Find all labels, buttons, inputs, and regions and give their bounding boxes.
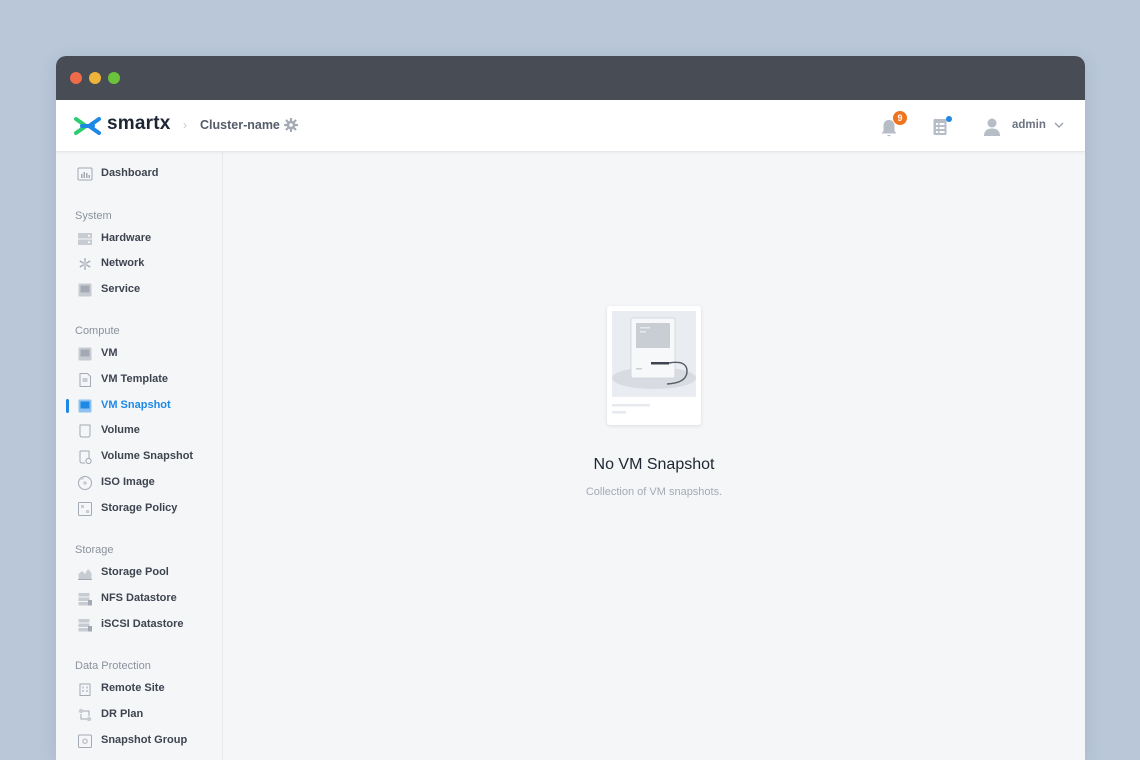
maximize-window-button[interactable] <box>108 72 120 84</box>
app-window: smartx › Cluster-name 9 admin Dashboard … <box>56 56 1085 760</box>
cluster-name[interactable]: Cluster-name <box>200 118 280 132</box>
sidebar-item-label: Remote Site <box>101 682 165 694</box>
sidebar-item-label: Network <box>101 257 145 269</box>
remote-site-icon <box>79 683 91 696</box>
section-title-data-protection: Data Protection <box>75 660 151 672</box>
vm-template-icon <box>79 373 91 387</box>
sidebar-item-dr-plan[interactable]: DR Plan <box>56 704 222 726</box>
user-avatar-icon[interactable] <box>983 117 1001 137</box>
network-icon <box>79 258 91 270</box>
sidebar-item-vm-snapshot[interactable]: VM Snapshot <box>56 395 222 417</box>
section-title-compute: Compute <box>75 325 120 337</box>
sidebar-item-hardware[interactable]: Hardware <box>56 228 222 250</box>
section-title-system: System <box>75 210 112 222</box>
sidebar-item-service[interactable]: Service <box>56 279 222 301</box>
user-menu[interactable]: admin <box>1012 119 1046 131</box>
sidebar-item-label: VM <box>101 347 118 359</box>
top-navigation-bar: smartx › Cluster-name 9 admin <box>56 100 1085 152</box>
storage-policy-icon <box>78 502 92 516</box>
sidebar-item-label: VM Snapshot <box>101 399 171 411</box>
minimize-window-button[interactable] <box>89 72 101 84</box>
sidebar-item-label: Snapshot Group <box>101 734 188 746</box>
dashboard-icon <box>77 167 93 181</box>
sidebar-navigation: Dashboard System Hardware Network Servic… <box>56 151 223 760</box>
section-title-storage: Storage <box>75 544 114 556</box>
snapshot-group-icon <box>78 734 92 748</box>
iscsi-datastore-icon <box>78 619 92 632</box>
sidebar-item-label: Hardware <box>101 232 152 244</box>
sidebar-item-storage-policy[interactable]: Storage Policy <box>56 498 222 520</box>
sidebar-item-label: DR Plan <box>101 708 144 720</box>
volume-snapshot-icon <box>79 450 92 465</box>
volume-icon <box>79 424 91 438</box>
brand-name[interactable]: smartx <box>107 113 171 135</box>
sidebar-item-remote-site[interactable]: Remote Site <box>56 678 222 700</box>
sidebar-item-network[interactable]: Network <box>56 253 222 275</box>
iso-disc-icon <box>78 476 92 490</box>
gear-icon[interactable] <box>284 118 298 132</box>
sidebar-item-label: Volume Snapshot <box>101 450 194 462</box>
window-titlebar <box>56 56 1085 100</box>
sidebar-item-label: Service <box>101 283 141 295</box>
retro-computer-icon <box>612 311 696 414</box>
task-indicator-dot <box>946 116 952 122</box>
hardware-icon <box>78 233 92 245</box>
empty-state-title: No VM Snapshot <box>593 456 715 473</box>
chevron-down-icon[interactable] <box>1054 121 1064 129</box>
sidebar-item-dashboard[interactable]: Dashboard <box>56 163 222 185</box>
vm-snapshot-icon <box>78 399 92 413</box>
sidebar-item-storage-pool[interactable]: Storage Pool <box>56 562 222 584</box>
sidebar-item-label: iSCSI Datastore <box>101 618 184 630</box>
sidebar-item-iso-image[interactable]: ISO Image <box>56 472 222 494</box>
smartx-logo-icon <box>74 117 101 135</box>
main-content: No VM Snapshot Collection of VM snapshot… <box>223 151 1085 760</box>
sidebar-item-vm-template[interactable]: VM Template <box>56 369 222 391</box>
close-window-button[interactable] <box>70 72 82 84</box>
sidebar-item-label: Volume <box>101 424 140 436</box>
sidebar-item-nfs-datastore[interactable]: NFS Datastore <box>56 588 222 610</box>
notification-badge: 9 <box>893 111 907 125</box>
sidebar-item-snapshot-group[interactable]: Snapshot Group <box>56 730 222 752</box>
service-icon <box>78 283 92 297</box>
sidebar-item-iscsi-datastore[interactable]: iSCSI Datastore <box>56 614 222 636</box>
empty-state-subtitle: Collection of VM snapshots. <box>585 486 723 498</box>
vm-icon <box>78 347 92 361</box>
sidebar-item-label: Dashboard <box>101 167 159 179</box>
sidebar-item-vm[interactable]: VM <box>56 343 222 365</box>
active-indicator <box>66 399 69 413</box>
nfs-datastore-icon <box>78 593 92 606</box>
breadcrumb-separator-icon: › <box>183 118 187 132</box>
sidebar-item-label: VM Template <box>101 373 169 385</box>
storage-pool-icon <box>78 569 92 580</box>
sidebar-item-label: ISO Image <box>101 476 155 488</box>
dr-plan-icon <box>78 708 92 722</box>
sidebar-item-volume[interactable]: Volume <box>56 420 222 442</box>
sidebar-item-label: Storage Policy <box>101 502 178 514</box>
sidebar-item-label: Storage Pool <box>101 566 169 578</box>
empty-state-illustration <box>607 306 701 425</box>
sidebar-item-label: NFS Datastore <box>101 592 177 604</box>
sidebar-item-volume-snapshot[interactable]: Volume Snapshot <box>56 446 222 468</box>
